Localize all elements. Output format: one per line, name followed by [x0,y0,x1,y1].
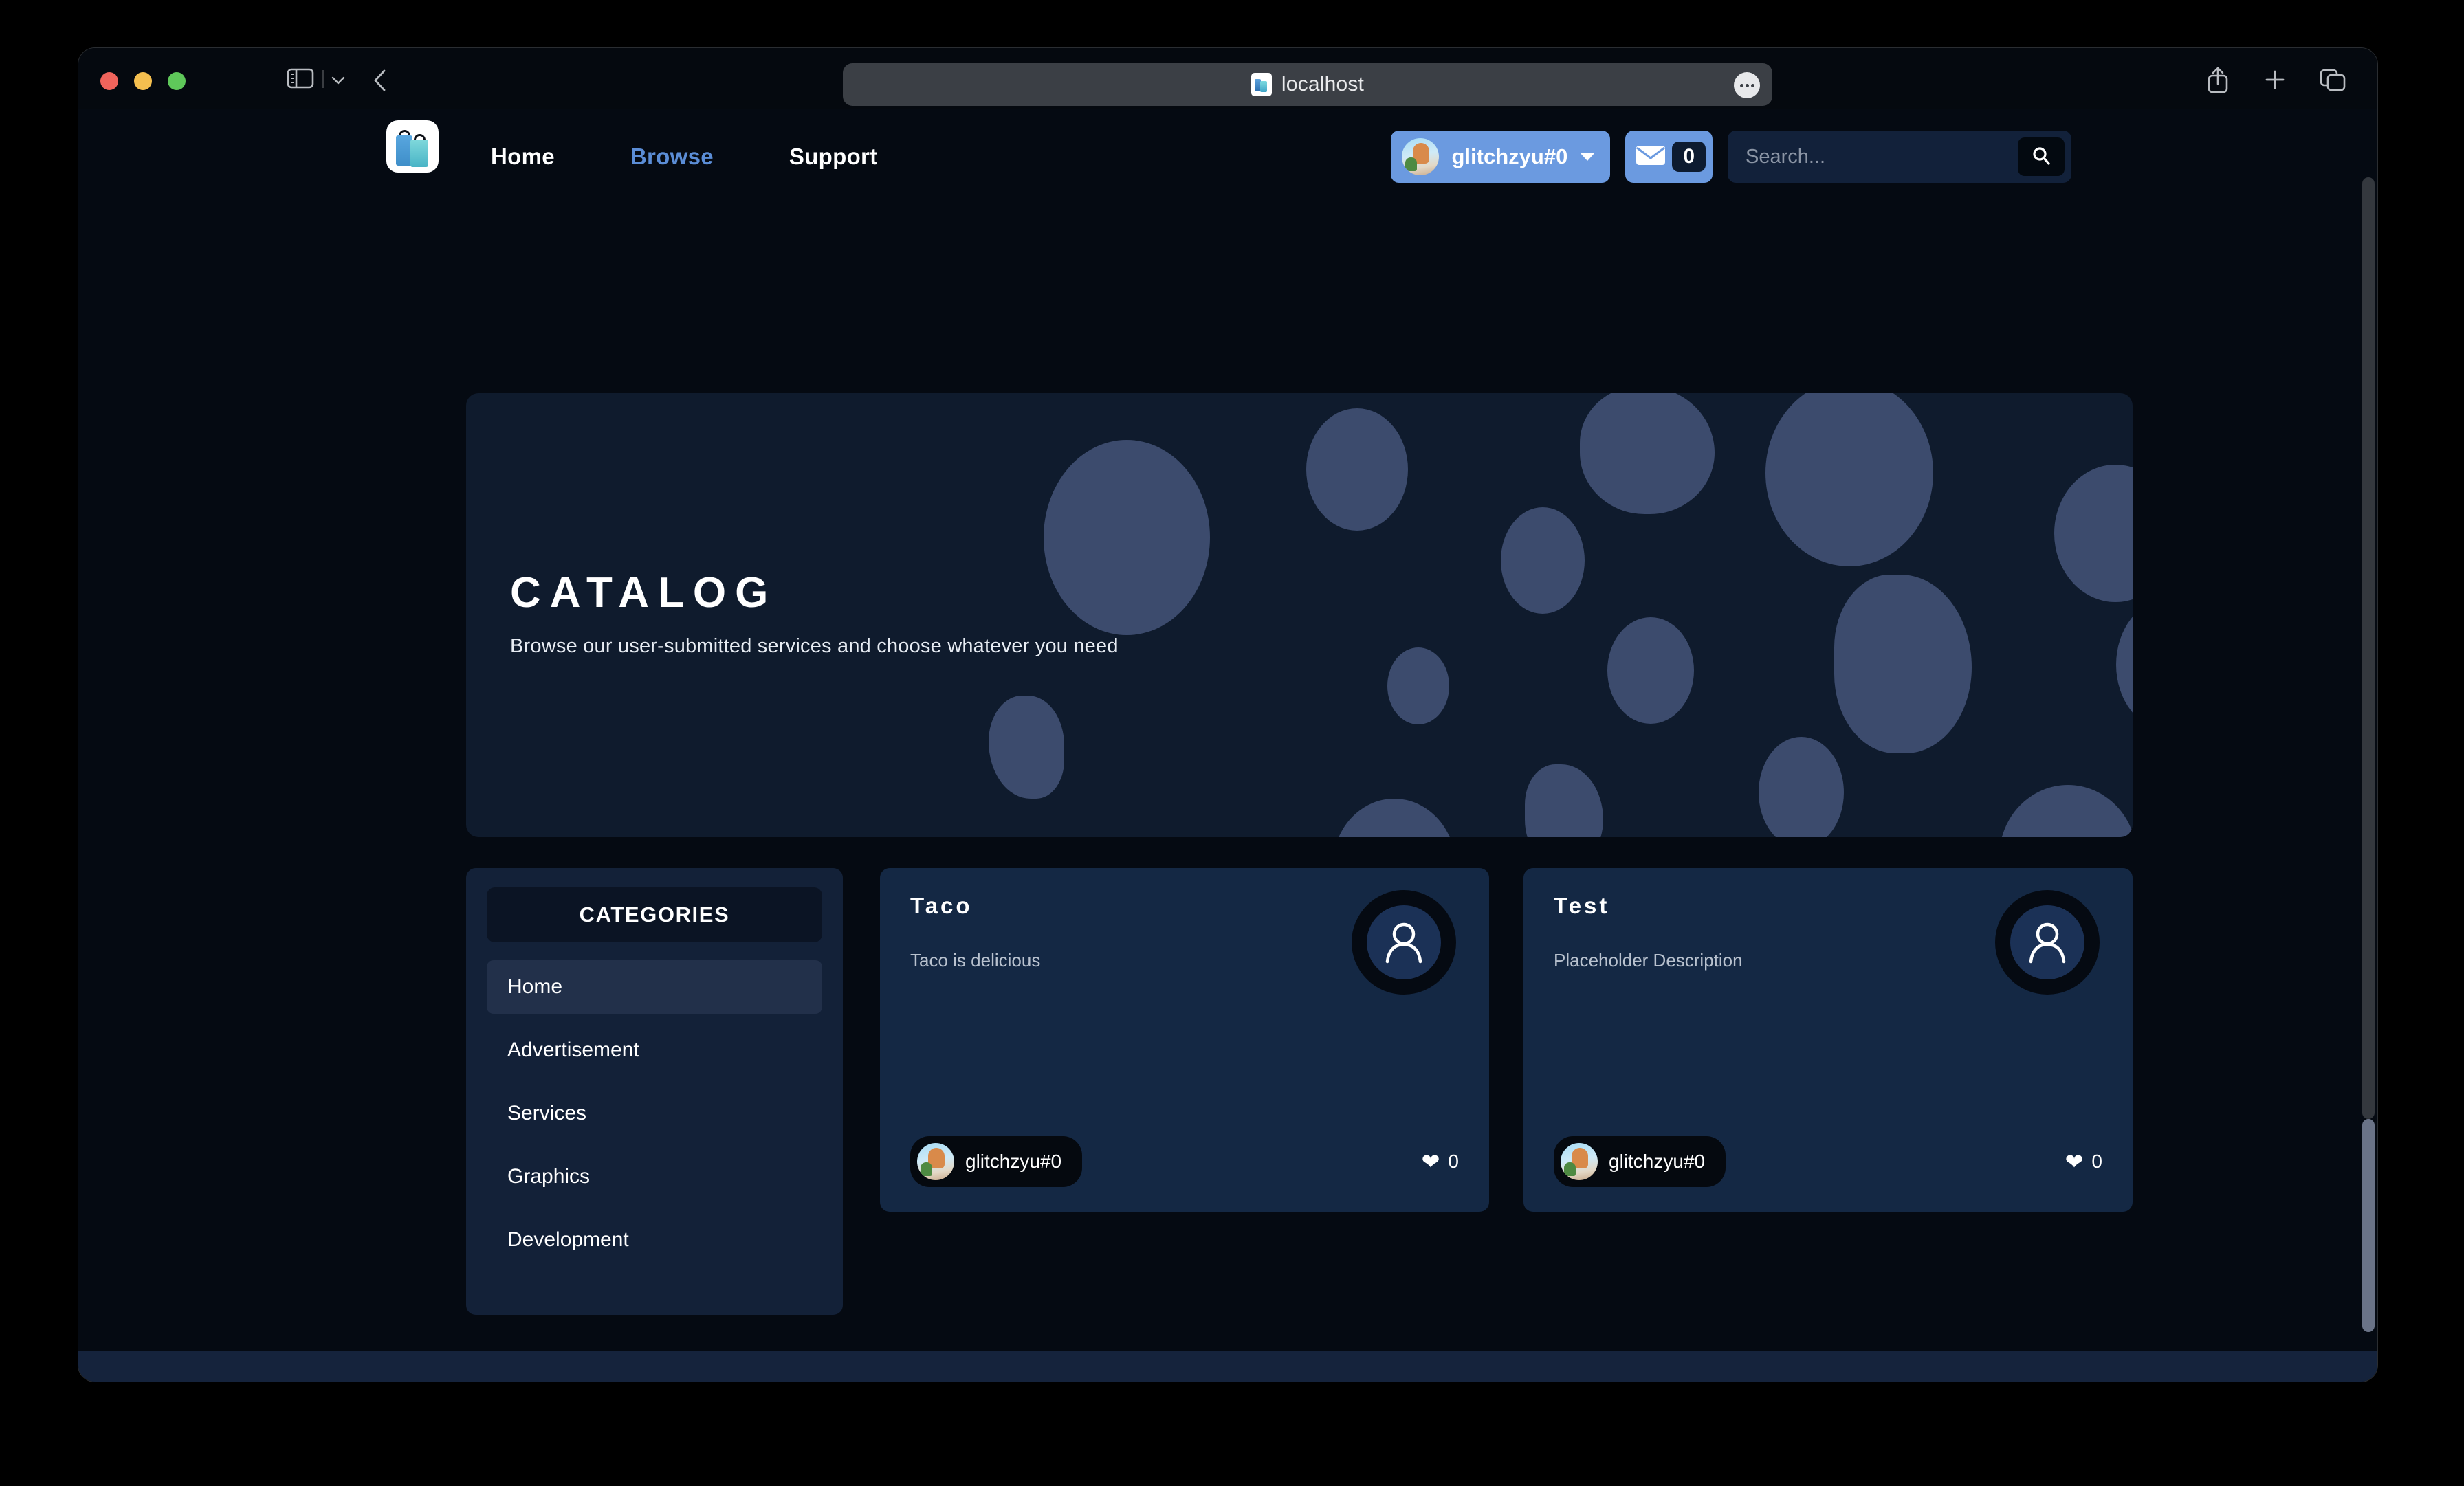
service-card-list: Taco Taco is delicious glitchzyu#0 ❤ 0 T… [880,868,2133,1315]
service-card-footer: glitchzyu#0 ❤ 0 [1554,1136,2102,1187]
share-icon[interactable] [2204,65,2232,98]
decorative-blob [1332,799,1456,837]
scrollbar-track-upper[interactable] [2362,177,2375,1119]
decorative-blob [1834,575,1972,753]
category-item-home[interactable]: Home [487,960,822,1014]
heart-icon: ❤ [2065,1149,2084,1174]
web-page: Home Browse Support glitchzyu#0 0 Search… [78,109,2377,1382]
ellipsis-icon[interactable] [1734,72,1760,98]
search-box[interactable] [1728,131,2071,183]
content-area: CATEGORIES Home Advertisement Services G… [466,868,2133,1315]
decorative-blob [1306,408,1408,531]
hero-subtitle: Browse our user-submitted services and c… [510,635,1119,657]
search-icon [2030,145,2052,169]
page-title: CATALOG [510,569,778,617]
category-item-graphics[interactable]: Graphics [487,1150,822,1204]
service-avatar [1352,890,1456,995]
search-input[interactable] [1746,145,2018,168]
like-button[interactable]: ❤ 0 [2065,1151,2102,1173]
category-item-development[interactable]: Development [487,1213,822,1267]
category-item-services[interactable]: Services [487,1087,822,1140]
decorative-blob [1525,764,1603,837]
back-button[interactable] [371,69,390,91]
decorative-blob [1607,617,1694,724]
minimize-window-button[interactable] [134,72,152,90]
tab-overview-icon[interactable] [2318,66,2347,97]
nav-link-support[interactable]: Support [789,144,878,170]
messages-button[interactable]: 0 [1625,131,1713,183]
author-avatar [1561,1143,1598,1180]
caret-down-icon [1580,153,1596,161]
decorative-blob [1766,393,1933,566]
hero-text: CATALOG Browse our user-submitted servic… [510,568,1119,658]
service-card[interactable]: Taco Taco is delicious glitchzyu#0 ❤ 0 [880,868,1489,1212]
address-bar[interactable]: localhost [843,63,1772,106]
browser-window: localhost Home Browse Support glitchzyu#… [78,48,2377,1382]
nav-link-home[interactable]: Home [491,144,555,170]
like-count: 0 [1448,1151,1459,1172]
user-menu-button[interactable]: glitchzyu#0 [1391,131,1611,183]
author-name-label: glitchzyu#0 [965,1151,1062,1172]
categories-sidebar: CATEGORIES Home Advertisement Services G… [466,868,843,1315]
page-footer [78,1351,2377,1382]
close-window-button[interactable] [100,72,118,90]
categories-header: CATEGORIES [487,887,822,942]
messages-count-badge: 0 [1672,142,1706,172]
address-url-text: localhost [1281,73,1365,96]
sidebar-toggle-icon[interactable] [287,67,314,89]
site-favicon-icon [1251,73,1272,96]
hero-banner: CATALOG Browse our user-submitted servic… [466,393,2133,837]
scrollbar-thumb[interactable] [2362,1119,2375,1332]
window-controls [100,72,186,90]
main-navigation: Home Browse Support [491,109,877,205]
service-avatar [1995,890,2100,995]
service-author[interactable]: glitchzyu#0 [1554,1136,1726,1187]
decorative-blob [1580,393,1715,514]
plus-icon[interactable] [2262,66,2288,97]
decorative-blob [1759,737,1844,837]
decorative-blob [2116,599,2133,730]
user-name-label: glitchzyu#0 [1451,144,1568,168]
header-actions: glitchzyu#0 0 [1391,131,2071,183]
search-button[interactable] [2018,137,2065,176]
envelope-icon [1635,144,1666,170]
decorative-blob [1387,647,1449,724]
decorative-blob [1999,785,2133,837]
decorative-blob [2054,465,2133,602]
heart-icon: ❤ [1421,1149,1440,1174]
like-button[interactable]: ❤ 0 [1422,1151,1459,1173]
nav-link-browse[interactable]: Browse [630,144,714,170]
category-item-advertisement[interactable]: Advertisement [487,1023,822,1077]
browser-toolbar: localhost [78,48,2377,109]
person-placeholder-icon [2023,916,2072,969]
user-avatar [1402,138,1440,175]
like-count: 0 [2091,1151,2102,1172]
service-card[interactable]: Test Placeholder Description glitchzyu#0… [1524,868,2133,1212]
maximize-window-button[interactable] [168,72,186,90]
person-placeholder-icon [1379,916,1429,969]
site-header: Home Browse Support glitchzyu#0 0 Search… [78,109,2377,205]
chevron-down-icon[interactable] [331,76,345,85]
shopping-bags-logo-icon[interactable] [386,120,439,173]
toolbar-divider [322,70,324,88]
page-scrollbar[interactable] [2360,109,2377,1382]
author-name-label: glitchzyu#0 [1609,1151,1706,1172]
address-content: localhost [1251,73,1364,96]
decorative-blob [989,696,1064,799]
service-card-footer: glitchzyu#0 ❤ 0 [910,1136,1459,1187]
decorative-blob [1501,507,1585,614]
service-author[interactable]: glitchzyu#0 [910,1136,1083,1187]
toolbar-actions [2204,65,2347,98]
author-avatar [917,1143,954,1180]
